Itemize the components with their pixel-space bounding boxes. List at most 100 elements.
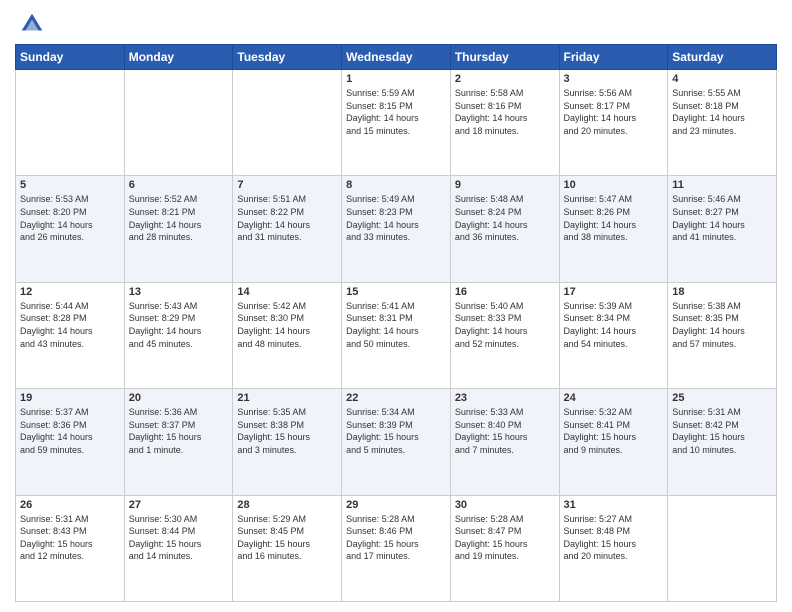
day-number: 26 [20, 499, 120, 511]
day-info: Sunrise: 5:36 AM Sunset: 8:37 PM Dayligh… [129, 406, 229, 456]
calendar-week-4: 19 Sunrise: 5:37 AM Sunset: 8:36 PM Dayli… [16, 389, 777, 495]
calendar-cell: 18Sunrise: 5:38 AM Sunset: 8:35 PM Dayli… [668, 282, 777, 388]
day-number: 25 [672, 392, 772, 404]
calendar-week-5: 26 Sunrise: 5:31 AM Sunset: 8:43 PM Dayli… [16, 495, 777, 601]
weekday-header-saturday: Saturday [668, 45, 777, 70]
day-info: Sunrise: 5:41 AM Sunset: 8:31 PM Dayligh… [346, 300, 446, 350]
weekday-header-sunday: Sunday [16, 45, 125, 70]
calendar-cell: 24 Sunrise: 5:32 AM Sunset: 8:41 PM Dayli… [559, 389, 668, 495]
calendar-cell: 2Sunrise: 5:58 AM Sunset: 8:16 PM Daylig… [450, 70, 559, 176]
calendar-cell: 21 Sunrise: 5:35 AM Sunset: 8:38 PM Dayli… [233, 389, 342, 495]
calendar-table: SundayMondayTuesdayWednesdayThursdayFrid… [15, 44, 777, 602]
calendar-cell: 17 Sunrise: 5:39 AM Sunset: 8:34 PM Dayli… [559, 282, 668, 388]
calendar-week-1: 1 Sunrise: 5:59 AM Sunset: 8:15 PM Daylig… [16, 70, 777, 176]
day-info: Sunrise: 5:38 AM Sunset: 8:35 PM Dayligh… [672, 300, 772, 350]
day-number: 30 [455, 499, 555, 511]
calendar-cell: 12Sunrise: 5:44 AM Sunset: 8:28 PM Dayli… [16, 282, 125, 388]
day-info: Sunrise: 5:42 AM Sunset: 8:30 PM Dayligh… [237, 300, 337, 350]
calendar-cell: 19 Sunrise: 5:37 AM Sunset: 8:36 PM Dayli… [16, 389, 125, 495]
calendar-week-2: 5 Sunrise: 5:53 AM Sunset: 8:20 PM Daylig… [16, 176, 777, 282]
day-info: Sunrise: 5:27 AM Sunset: 8:48 PM Dayligh… [564, 513, 664, 563]
calendar-cell: 13 Sunrise: 5:43 AM Sunset: 8:29 PM Dayli… [124, 282, 233, 388]
day-info: Sunrise: 5:31 AM Sunset: 8:43 PM Dayligh… [20, 513, 120, 563]
calendar-cell: 27 Sunrise: 5:30 AM Sunset: 8:44 PM Dayli… [124, 495, 233, 601]
calendar-cell: 31 Sunrise: 5:27 AM Sunset: 8:48 PM Dayli… [559, 495, 668, 601]
day-number: 1 [346, 73, 446, 85]
calendar-cell: 11 Sunrise: 5:46 AM Sunset: 8:27 PM Dayli… [668, 176, 777, 282]
day-number: 31 [564, 499, 664, 511]
day-number: 6 [129, 179, 229, 191]
day-info: Sunrise: 5:47 AM Sunset: 8:26 PM Dayligh… [564, 193, 664, 243]
calendar-cell: 5 Sunrise: 5:53 AM Sunset: 8:20 PM Daylig… [16, 176, 125, 282]
day-info: Sunrise: 5:59 AM Sunset: 8:15 PM Dayligh… [346, 87, 446, 137]
day-number: 3 [564, 73, 664, 85]
day-number: 24 [564, 392, 664, 404]
day-number: 13 [129, 286, 229, 298]
calendar-cell: 10Sunrise: 5:47 AM Sunset: 8:26 PM Dayli… [559, 176, 668, 282]
day-info: Sunrise: 5:37 AM Sunset: 8:36 PM Dayligh… [20, 406, 120, 456]
day-number: 28 [237, 499, 337, 511]
calendar-week-3: 12Sunrise: 5:44 AM Sunset: 8:28 PM Dayli… [16, 282, 777, 388]
weekday-header-tuesday: Tuesday [233, 45, 342, 70]
calendar-cell: 6 Sunrise: 5:52 AM Sunset: 8:21 PM Daylig… [124, 176, 233, 282]
day-number: 20 [129, 392, 229, 404]
day-info: Sunrise: 5:32 AM Sunset: 8:41 PM Dayligh… [564, 406, 664, 456]
day-number: 17 [564, 286, 664, 298]
day-number: 9 [455, 179, 555, 191]
day-number: 22 [346, 392, 446, 404]
day-number: 16 [455, 286, 555, 298]
day-info: Sunrise: 5:46 AM Sunset: 8:27 PM Dayligh… [672, 193, 772, 243]
calendar-cell: 4 Sunrise: 5:55 AM Sunset: 8:18 PM Daylig… [668, 70, 777, 176]
weekday-header-row: SundayMondayTuesdayWednesdayThursdayFrid… [16, 45, 777, 70]
calendar-cell: 7Sunrise: 5:51 AM Sunset: 8:22 PM Daylig… [233, 176, 342, 282]
day-number: 11 [672, 179, 772, 191]
day-info: Sunrise: 5:40 AM Sunset: 8:33 PM Dayligh… [455, 300, 555, 350]
day-info: Sunrise: 5:35 AM Sunset: 8:38 PM Dayligh… [237, 406, 337, 456]
day-info: Sunrise: 5:55 AM Sunset: 8:18 PM Dayligh… [672, 87, 772, 137]
day-info: Sunrise: 5:49 AM Sunset: 8:23 PM Dayligh… [346, 193, 446, 243]
calendar-cell [668, 495, 777, 601]
calendar-cell: 16 Sunrise: 5:40 AM Sunset: 8:33 PM Dayli… [450, 282, 559, 388]
day-number: 21 [237, 392, 337, 404]
day-number: 5 [20, 179, 120, 191]
calendar-cell: 22Sunrise: 5:34 AM Sunset: 8:39 PM Dayli… [342, 389, 451, 495]
day-info: Sunrise: 5:31 AM Sunset: 8:42 PM Dayligh… [672, 406, 772, 456]
day-number: 4 [672, 73, 772, 85]
day-info: Sunrise: 5:28 AM Sunset: 8:47 PM Dayligh… [455, 513, 555, 563]
day-number: 29 [346, 499, 446, 511]
day-info: Sunrise: 5:43 AM Sunset: 8:29 PM Dayligh… [129, 300, 229, 350]
logo [15, 10, 48, 38]
calendar-cell: 8 Sunrise: 5:49 AM Sunset: 8:23 PM Daylig… [342, 176, 451, 282]
page: SundayMondayTuesdayWednesdayThursdayFrid… [0, 0, 792, 612]
logo-icon [18, 10, 46, 38]
day-info: Sunrise: 5:29 AM Sunset: 8:45 PM Dayligh… [237, 513, 337, 563]
weekday-header-thursday: Thursday [450, 45, 559, 70]
calendar-cell: 28 Sunrise: 5:29 AM Sunset: 8:45 PM Dayli… [233, 495, 342, 601]
calendar-cell: 1 Sunrise: 5:59 AM Sunset: 8:15 PM Daylig… [342, 70, 451, 176]
day-info: Sunrise: 5:52 AM Sunset: 8:21 PM Dayligh… [129, 193, 229, 243]
day-number: 19 [20, 392, 120, 404]
calendar-cell: 26 Sunrise: 5:31 AM Sunset: 8:43 PM Dayli… [16, 495, 125, 601]
calendar-cell: 9Sunrise: 5:48 AM Sunset: 8:24 PM Daylig… [450, 176, 559, 282]
calendar-cell [16, 70, 125, 176]
calendar-cell: 30 Sunrise: 5:28 AM Sunset: 8:47 PM Dayli… [450, 495, 559, 601]
calendar-cell: 23Sunrise: 5:33 AM Sunset: 8:40 PM Dayli… [450, 389, 559, 495]
day-info: Sunrise: 5:28 AM Sunset: 8:46 PM Dayligh… [346, 513, 446, 563]
day-info: Sunrise: 5:30 AM Sunset: 8:44 PM Dayligh… [129, 513, 229, 563]
header [15, 10, 777, 38]
day-number: 15 [346, 286, 446, 298]
calendar-cell [233, 70, 342, 176]
day-info: Sunrise: 5:39 AM Sunset: 8:34 PM Dayligh… [564, 300, 664, 350]
weekday-header-monday: Monday [124, 45, 233, 70]
day-info: Sunrise: 5:33 AM Sunset: 8:40 PM Dayligh… [455, 406, 555, 456]
calendar-cell: 29 Sunrise: 5:28 AM Sunset: 8:46 PM Dayli… [342, 495, 451, 601]
day-number: 12 [20, 286, 120, 298]
calendar-cell: 14 Sunrise: 5:42 AM Sunset: 8:30 PM Dayli… [233, 282, 342, 388]
day-number: 14 [237, 286, 337, 298]
day-info: Sunrise: 5:58 AM Sunset: 8:16 PM Dayligh… [455, 87, 555, 137]
weekday-header-wednesday: Wednesday [342, 45, 451, 70]
day-number: 8 [346, 179, 446, 191]
day-info: Sunrise: 5:53 AM Sunset: 8:20 PM Dayligh… [20, 193, 120, 243]
calendar-cell: 20 Sunrise: 5:36 AM Sunset: 8:37 PM Dayli… [124, 389, 233, 495]
day-number: 27 [129, 499, 229, 511]
